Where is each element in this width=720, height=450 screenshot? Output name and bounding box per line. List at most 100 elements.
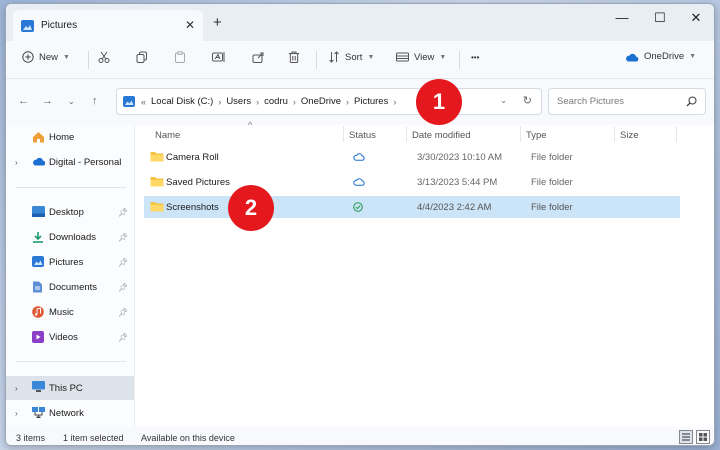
- sort-label: Sort: [345, 51, 363, 63]
- toolbar-divider: [316, 51, 317, 69]
- new-button[interactable]: New ▼: [22, 51, 70, 63]
- breadcrumb-separator-icon: ›: [292, 96, 296, 107]
- column-divider[interactable]: [676, 126, 677, 142]
- column-header-type[interactable]: Type: [526, 130, 547, 141]
- breadcrumb-pictures[interactable]: Pictures: [354, 96, 388, 107]
- new-tab-icon[interactable]: +: [213, 14, 222, 31]
- document-icon: [32, 281, 45, 293]
- rename-button[interactable]: [212, 51, 225, 63]
- pin-icon[interactable]: 📌︎: [118, 308, 128, 317]
- desktop-icon: [32, 206, 45, 218]
- file-row-saved-pictures[interactable]: Saved Pictures 3/13/2023 5:44 PM File fo…: [144, 171, 680, 193]
- details-view-icon[interactable]: [679, 430, 693, 444]
- search-input[interactable]: [557, 89, 682, 114]
- maximize-icon[interactable]: ☐: [650, 10, 670, 26]
- view-button[interactable]: View ▼: [396, 51, 446, 63]
- download-icon: [32, 231, 45, 243]
- minimize-icon[interactable]: —: [612, 10, 632, 25]
- pictures-icon: [21, 19, 34, 32]
- cut-button[interactable]: [98, 51, 110, 63]
- sidebar-item-desktop[interactable]: Desktop 📌︎: [6, 201, 134, 223]
- status-bar: 3 items 1 item selected Available on thi…: [6, 427, 714, 445]
- column-header-status[interactable]: Status: [349, 130, 376, 141]
- selection-count: 1 item selected: [63, 433, 124, 443]
- navigation-pane: Home › Digital - Personal Desktop 📌︎ Dow…: [6, 125, 134, 427]
- tab-pictures[interactable]: Pictures ✕: [13, 10, 203, 41]
- sidebar-item-documents[interactable]: Documents 📌︎: [6, 276, 134, 298]
- pin-icon[interactable]: 📌︎: [118, 233, 128, 242]
- column-divider[interactable]: [614, 126, 615, 142]
- sort-icon: [329, 51, 339, 63]
- cloud-outline-icon: [353, 153, 365, 161]
- onedrive-button[interactable]: OneDrive ▼: [625, 51, 696, 62]
- expand-chevron-icon[interactable]: ›: [15, 384, 18, 393]
- sidebar-item-network[interactable]: › Network: [6, 402, 134, 424]
- check-circle-icon: [353, 202, 363, 212]
- sidebar-item-onedrive[interactable]: › Digital - Personal: [6, 151, 134, 173]
- breadcrumb-onedrive[interactable]: OneDrive: [301, 96, 341, 107]
- refresh-icon[interactable]: ↻: [523, 94, 532, 107]
- file-type: File folder: [531, 177, 573, 188]
- chevron-down-icon: ▼: [439, 53, 447, 61]
- trash-icon: [289, 51, 299, 63]
- search-icon[interactable]: [686, 96, 697, 107]
- column-divider[interactable]: [406, 126, 407, 142]
- recent-locations-chevron-icon[interactable]: ⌄: [68, 97, 75, 106]
- sidebar-item-label: Downloads: [49, 231, 96, 243]
- home-icon: [32, 131, 45, 143]
- availability-status: Available on this device: [141, 433, 235, 443]
- address-bar[interactable]: « Local Disk (C:) › Users › codru › OneD…: [116, 88, 542, 115]
- address-dropdown-icon[interactable]: ⌄: [500, 96, 507, 105]
- copy-button[interactable]: [136, 51, 148, 63]
- file-row-camera-roll[interactable]: Camera Roll 3/30/2023 10:10 AM File fold…: [144, 146, 680, 168]
- back-arrow-icon[interactable]: ←: [18, 95, 29, 107]
- column-header-size[interactable]: Size: [620, 130, 638, 141]
- column-divider[interactable]: [343, 126, 344, 142]
- overflow-icon[interactable]: «: [141, 97, 146, 107]
- pin-icon[interactable]: 📌︎: [118, 283, 128, 292]
- new-label: New: [39, 51, 59, 63]
- pin-icon[interactable]: 📌︎: [118, 208, 128, 217]
- up-arrow-icon[interactable]: ↑: [92, 95, 98, 107]
- tab-close-icon[interactable]: ✕: [185, 18, 195, 32]
- expand-chevron-icon[interactable]: ›: [15, 409, 18, 418]
- expand-chevron-icon[interactable]: ›: [15, 158, 18, 167]
- window-close-icon[interactable]: ✕: [686, 10, 706, 26]
- sidebar-item-videos[interactable]: Videos 📌︎: [6, 326, 134, 348]
- file-row-screenshots[interactable]: Screenshots 4/4/2023 2:42 AM File folder: [144, 196, 680, 218]
- delete-button[interactable]: [288, 51, 300, 63]
- sidebar-item-this-pc[interactable]: › This PC: [6, 376, 134, 400]
- pictures-icon: [32, 256, 45, 268]
- pin-icon[interactable]: 📌︎: [118, 333, 128, 342]
- sidebar-item-home[interactable]: Home: [6, 126, 134, 148]
- pin-icon[interactable]: 📌︎: [118, 258, 128, 267]
- view-label: View: [414, 51, 435, 63]
- date-modified: 3/30/2023 10:10 AM: [417, 152, 503, 163]
- breadcrumb-codru[interactable]: codru: [264, 96, 288, 107]
- more-options-button[interactable]: •••: [471, 53, 479, 62]
- breadcrumb-local-disk[interactable]: Local Disk (C:): [151, 96, 213, 107]
- column-header-name[interactable]: Name: [155, 130, 180, 141]
- sidebar-item-downloads[interactable]: Downloads 📌︎: [6, 226, 134, 248]
- search-box[interactable]: [548, 88, 706, 115]
- paste-button[interactable]: [174, 51, 186, 63]
- file-explorer-window: Pictures ✕ + — ☐ ✕ New ▼ Sort ▼ View ▼ •…: [5, 3, 715, 446]
- onedrive-label: OneDrive: [644, 51, 685, 62]
- column-divider[interactable]: [520, 126, 521, 142]
- sidebar-item-label: Pictures: [49, 256, 84, 268]
- tiles-view-icon[interactable]: [696, 430, 710, 444]
- column-header-date-modified[interactable]: Date modified: [412, 130, 471, 141]
- sidebar-item-music[interactable]: Music 📌︎: [6, 301, 134, 323]
- share-button[interactable]: [252, 51, 264, 63]
- sidebar-item-label: Documents: [49, 281, 98, 293]
- breadcrumb-users[interactable]: Users: [226, 96, 251, 107]
- tab-title: Pictures: [41, 20, 78, 31]
- forward-arrow-icon[interactable]: →: [42, 95, 53, 107]
- paste-icon: [175, 51, 185, 63]
- date-modified: 4/4/2023 2:42 AM: [417, 202, 492, 213]
- toolbar-divider: [88, 51, 89, 69]
- sort-button[interactable]: Sort ▼: [328, 51, 374, 63]
- plus-circle-icon: [22, 51, 34, 63]
- file-type: File folder: [531, 152, 573, 163]
- sidebar-item-pictures[interactable]: Pictures 📌︎: [6, 251, 134, 273]
